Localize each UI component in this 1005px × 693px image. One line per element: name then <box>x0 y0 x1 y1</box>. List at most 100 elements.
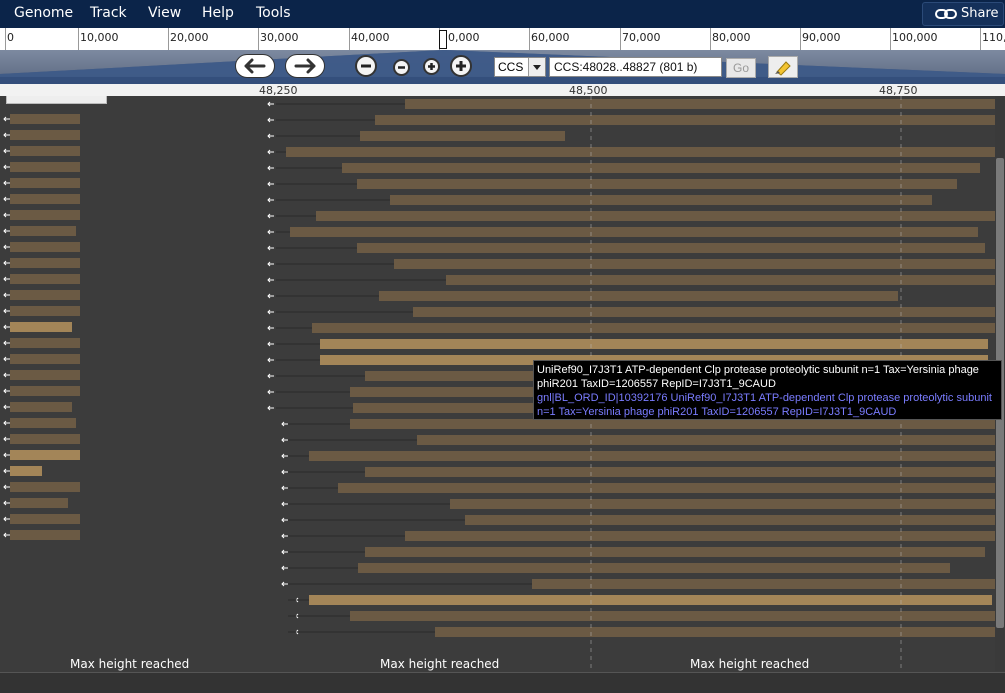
strand-arrow-icon <box>267 197 274 203</box>
feature-bar[interactable] <box>417 435 995 445</box>
overview-location-marker[interactable] <box>439 30 447 49</box>
feature-bar[interactable] <box>290 227 978 237</box>
strand-arrow-icon <box>3 500 10 506</box>
refseq-select[interactable]: CCS <box>494 57 546 77</box>
feature-bar[interactable] <box>10 274 80 284</box>
detail-ruler: 48,250 48,500 48,750 <box>0 84 1005 97</box>
strand-arrow-icon <box>267 165 274 171</box>
feature-bar[interactable] <box>10 338 80 348</box>
menu-help[interactable]: Help <box>202 5 234 21</box>
feature-bar[interactable] <box>10 242 80 252</box>
feature-bar[interactable] <box>350 419 995 429</box>
pan-right-button[interactable] <box>285 54 325 78</box>
feature-bar[interactable] <box>10 194 80 204</box>
strand-arrow-icon <box>3 420 10 426</box>
pan-left-button[interactable] <box>235 54 275 78</box>
go-button[interactable]: Go <box>726 58 756 78</box>
feature-bar[interactable] <box>350 611 995 621</box>
zoom-in-large-button[interactable] <box>450 55 472 77</box>
feature-bar[interactable] <box>358 563 950 573</box>
feature-bar[interactable] <box>375 115 995 125</box>
feature-bar[interactable] <box>312 323 995 333</box>
feature-bar[interactable] <box>309 595 992 605</box>
feature-bar[interactable] <box>10 418 76 428</box>
feature-bar[interactable] <box>532 579 995 589</box>
strand-arrow-icon <box>281 581 288 587</box>
feature-bar[interactable] <box>10 114 80 124</box>
pan-left-icon <box>244 58 266 74</box>
strand-arrow-icon <box>3 196 10 202</box>
overview-scale[interactable]: 0 10,000 20,000 30,000 40,000 50,000 60,… <box>0 28 1005 51</box>
feature-bar[interactable] <box>10 370 80 380</box>
strand-arrow-icon <box>281 517 288 523</box>
feature-bar[interactable] <box>450 499 995 509</box>
feature-bar[interactable] <box>394 259 995 269</box>
overview-label: 0 <box>7 31 14 44</box>
highlight-icon <box>775 61 791 76</box>
location-input[interactable]: CCS:48028..48827 (801 b) <box>549 57 722 77</box>
feature-bar[interactable] <box>465 515 995 525</box>
zoom-in-small-button[interactable] <box>423 58 440 75</box>
feature-bar[interactable] <box>10 130 80 140</box>
feature-bar[interactable] <box>379 291 898 301</box>
feature-bar[interactable] <box>10 162 80 172</box>
menu-tools[interactable]: Tools <box>256 5 291 21</box>
feature-bar[interactable] <box>10 290 80 300</box>
feature-bar[interactable] <box>360 131 565 141</box>
feature-bar[interactable] <box>10 498 68 508</box>
feature-bar[interactable] <box>10 178 80 188</box>
zoom-out-large-button[interactable] <box>355 55 377 77</box>
highlight-button[interactable] <box>768 56 798 78</box>
feature-bar[interactable] <box>10 514 80 524</box>
feature-bar[interactable] <box>338 483 995 493</box>
feature-bar[interactable] <box>10 450 80 460</box>
feature-bar[interactable] <box>405 531 995 541</box>
strand-arrow-icon <box>3 404 10 410</box>
feature-bar[interactable] <box>405 99 995 109</box>
strand-arrow-icon <box>3 308 10 314</box>
feature-bar[interactable] <box>10 306 80 316</box>
feature-bar[interactable] <box>316 211 995 221</box>
share-button[interactable]: Share <box>922 2 1004 26</box>
feature-bar[interactable] <box>10 258 80 268</box>
strand-arrow-icon <box>3 372 10 378</box>
feature-bar[interactable] <box>390 195 932 205</box>
feature-bar[interactable] <box>10 482 80 492</box>
strand-arrow-icon <box>3 292 10 298</box>
feature-bar[interactable] <box>10 530 80 540</box>
feature-bar[interactable] <box>286 147 995 157</box>
max-height-label: Max height reached <box>690 657 810 671</box>
feature-bar[interactable] <box>446 275 995 285</box>
strand-arrow-icon <box>3 516 10 522</box>
feature-bar[interactable] <box>413 307 995 317</box>
feature-bar[interactable] <box>357 243 985 253</box>
strand-arrow-icon <box>3 164 10 170</box>
feature-bar[interactable] <box>357 179 957 189</box>
feature-bar[interactable] <box>10 226 76 236</box>
feature-bar[interactable] <box>10 434 80 444</box>
feature-bar[interactable] <box>365 547 985 557</box>
feature-bar[interactable] <box>10 466 42 476</box>
strand-arrow-icon <box>267 357 274 363</box>
strand-arrow-icon <box>267 405 274 411</box>
feature-bar[interactable] <box>10 386 80 396</box>
tooltip-id: gnl|BL_ORD_ID|10392176 UniRef90_I7J3T1 A… <box>537 392 992 418</box>
feature-bar[interactable] <box>10 402 72 412</box>
menu-view[interactable]: View <box>148 5 181 21</box>
feature-bar[interactable] <box>10 210 80 220</box>
strand-arrow-icon <box>267 261 274 267</box>
feature-bar[interactable] <box>10 146 80 156</box>
strand-arrow-icon <box>3 436 10 442</box>
menu-genome[interactable]: Genome <box>14 5 73 21</box>
feature-bar[interactable] <box>309 451 995 461</box>
max-height-label: Max height reached <box>380 657 500 671</box>
feature-bar[interactable] <box>320 339 988 349</box>
feature-bar[interactable] <box>342 163 980 173</box>
feature-bar[interactable] <box>10 354 80 364</box>
zoom-out-small-button[interactable] <box>393 59 410 76</box>
strand-arrow-icon <box>267 309 274 315</box>
feature-bar[interactable] <box>435 627 995 637</box>
menu-track[interactable]: Track <box>90 5 127 21</box>
feature-bar[interactable] <box>10 322 72 332</box>
max-height-label: Max height reached <box>70 657 190 671</box>
